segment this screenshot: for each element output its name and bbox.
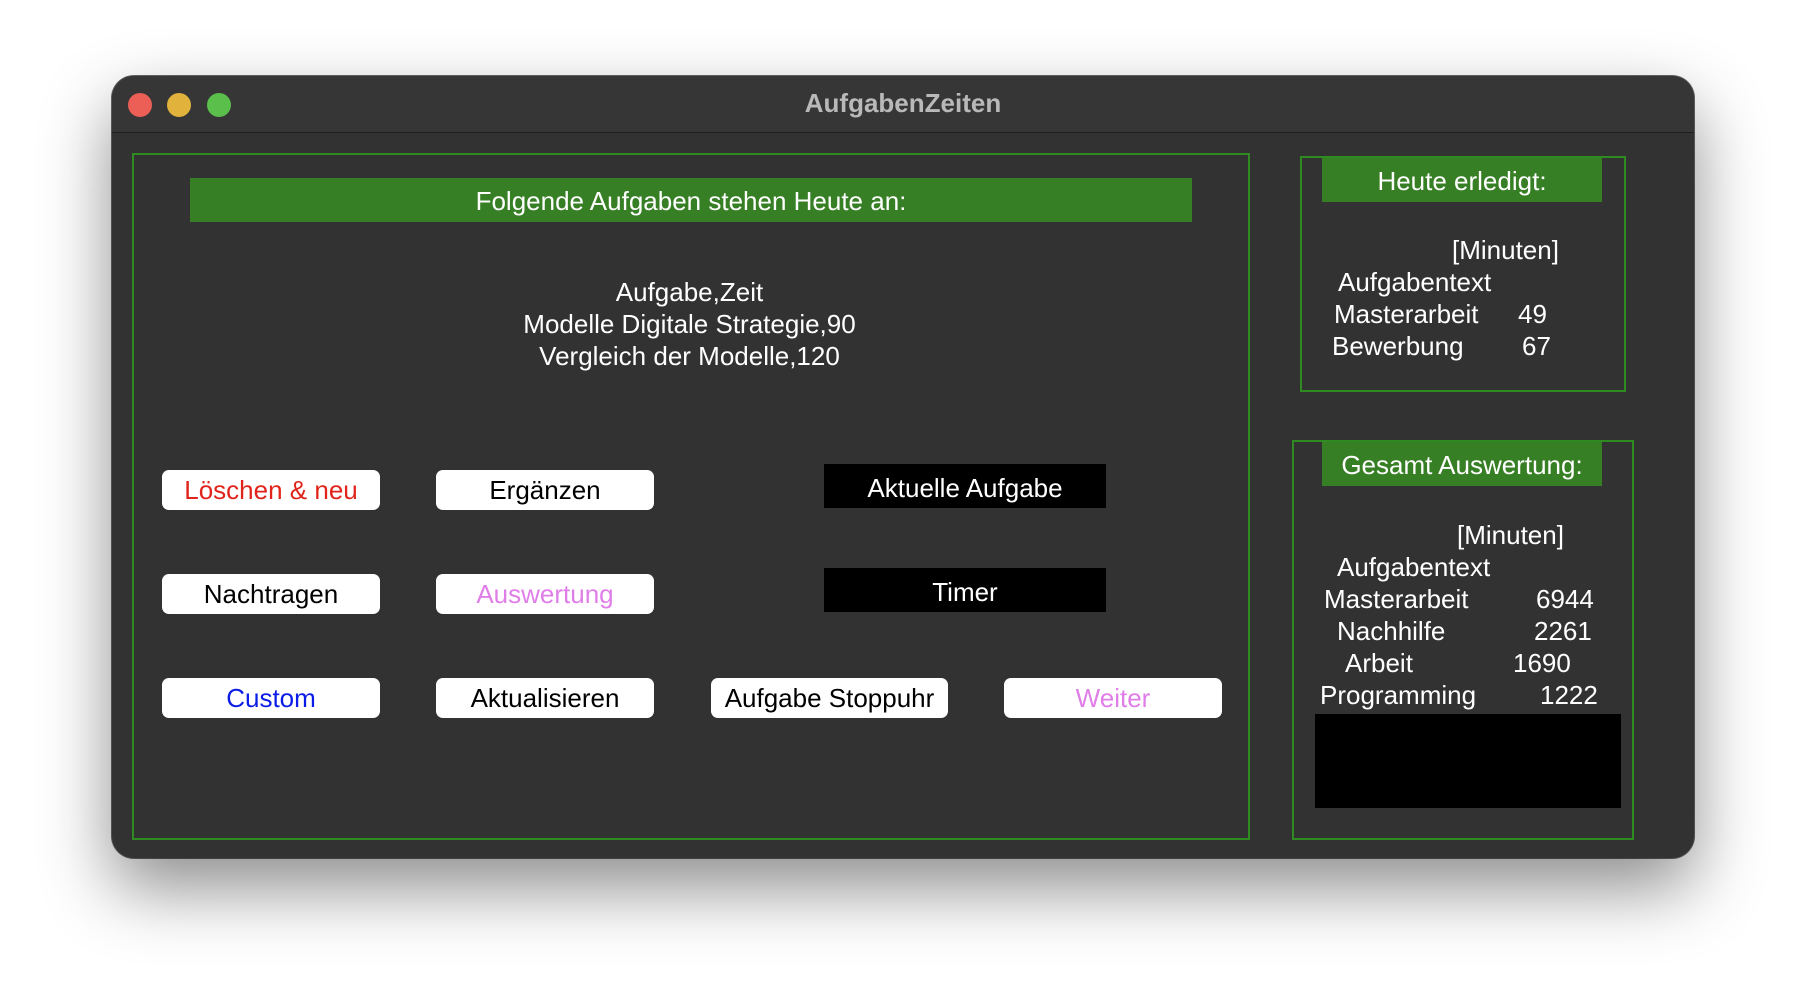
timer-display: Timer (824, 568, 1106, 612)
task-list: Aufgabe,Zeit Modelle Digitale Strategie,… (132, 276, 1247, 372)
total-row-minutes: 6944 (1536, 584, 1594, 614)
task-list-line: Aufgabe,Zeit (615, 277, 764, 307)
total-row-task: Masterarbeit (1324, 584, 1469, 614)
task-list-line: Modelle Digitale Strategie,90 (523, 309, 856, 339)
weiter-button[interactable]: Weiter (1004, 678, 1222, 718)
ergaenzen-button[interactable]: Ergänzen (436, 470, 654, 510)
custom-button[interactable]: Custom (162, 678, 380, 718)
aktualisieren-button[interactable]: Aktualisieren (436, 678, 654, 718)
auswertung-button[interactable]: Auswertung (436, 574, 654, 614)
window-title: AufgabenZeiten (804, 88, 1002, 118)
tasks-header: Folgende Aufgaben stehen Heute an: (190, 178, 1192, 222)
task-list-line: Vergleich der Modelle,120 (539, 341, 840, 371)
today-row-task: Bewerbung (1332, 331, 1464, 361)
total-column-header: Aufgabentext (1337, 552, 1491, 582)
current-task-display: Aktuelle Aufgabe (824, 464, 1106, 508)
total-row-minutes: 2261 (1534, 616, 1592, 646)
today-column-header: Aufgabentext (1338, 267, 1492, 297)
app-window: AufgabenZeiten Folgende Aufgaben stehen … (112, 76, 1694, 858)
loeschen-neu-button[interactable]: Löschen & neu (162, 470, 380, 510)
total-unit: [Minuten] (1457, 520, 1564, 550)
total-chart-area (1315, 714, 1621, 808)
today-row-minutes: 67 (1522, 331, 1551, 361)
total-row-task: Nachhilfe (1337, 616, 1446, 646)
nachtragen-button[interactable]: Nachtragen (162, 574, 380, 614)
total-header: Gesamt Auswertung: (1322, 442, 1602, 486)
total-row-minutes: 1222 (1540, 680, 1598, 710)
today-row-task: Masterarbeit (1334, 299, 1479, 329)
today-unit: [Minuten] (1452, 235, 1559, 265)
total-row-task: Programming (1320, 680, 1477, 710)
title-bar[interactable]: AufgabenZeiten (112, 76, 1694, 133)
today-row-minutes: 49 (1518, 299, 1547, 329)
aufgabe-stoppuhr-button[interactable]: Aufgabe Stoppuhr (711, 678, 948, 718)
today-header: Heute erledigt: (1322, 158, 1602, 202)
total-row-task: Arbeit (1345, 648, 1413, 678)
total-row-minutes: 1690 (1513, 648, 1571, 678)
